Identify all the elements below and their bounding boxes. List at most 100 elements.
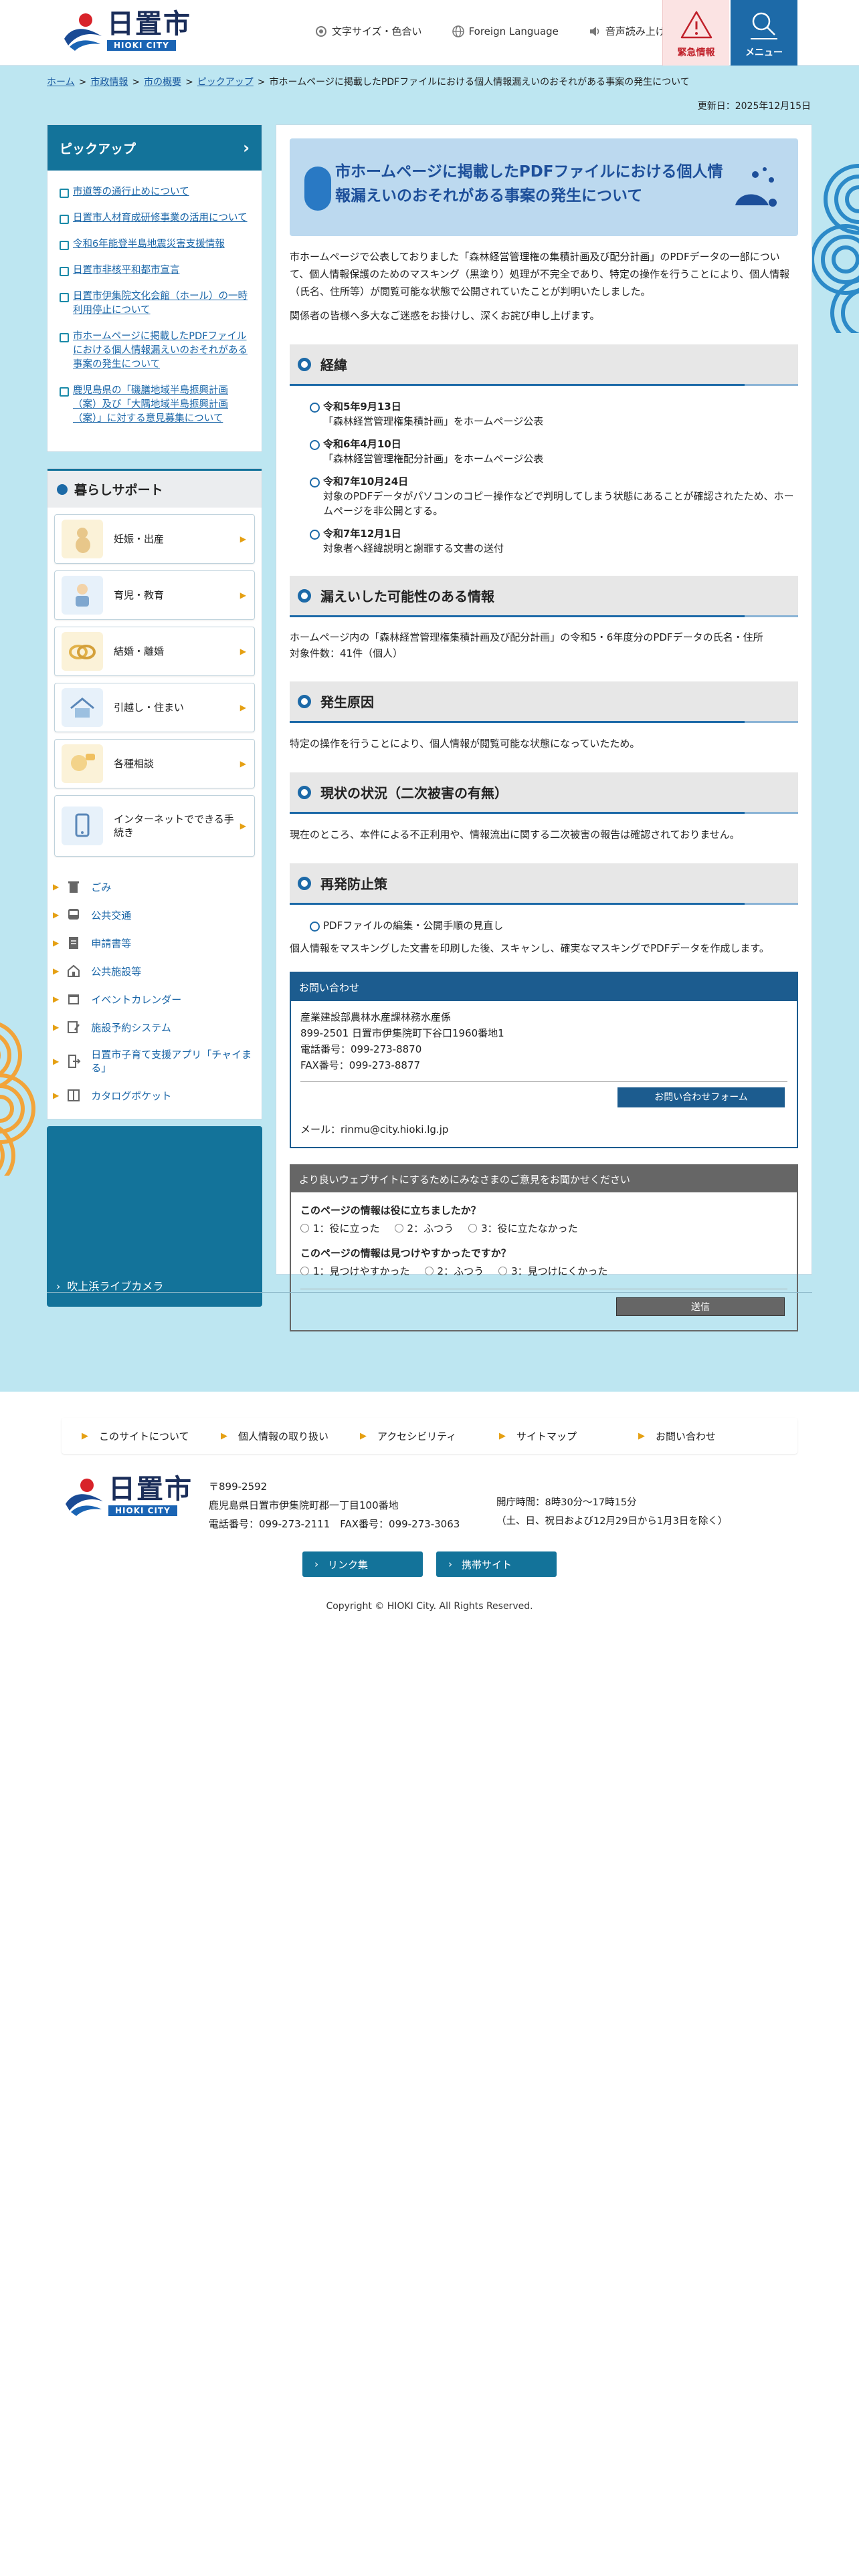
support-item-label: 結婚・離婚	[114, 645, 165, 657]
links-button[interactable]: › リンク集	[302, 1551, 423, 1577]
calendar-icon	[68, 994, 80, 1004]
link-garbage[interactable]: ▶ ごみ	[53, 873, 256, 901]
heading-stripe	[745, 903, 798, 905]
live-camera-banner[interactable]: › 吹上浜ライブカメラ	[47, 1126, 262, 1307]
footer-link-accessibility[interactable]: ▶ アクセシビリティ	[360, 1429, 499, 1443]
survey-option[interactable]: 2：ふつう	[424, 1264, 484, 1278]
support-item-consultation[interactable]: 各種相談 ▶	[54, 739, 255, 788]
survey-option[interactable]: 2：ふつう	[394, 1221, 454, 1235]
link-transport[interactable]: ▶ 公共交通	[53, 901, 256, 929]
radio-button[interactable]	[424, 1267, 434, 1275]
breadcrumb-gaiyo[interactable]: 市の概要	[144, 77, 181, 88]
radio-button[interactable]	[498, 1267, 508, 1275]
chevron-right-icon: ▶	[53, 882, 60, 891]
language-link[interactable]: Foreign Language	[452, 24, 559, 38]
voice-link[interactable]: 音声読み上げ	[588, 24, 666, 38]
radio-button[interactable]	[468, 1224, 478, 1232]
footer-link-contact[interactable]: ▶ お問い合わせ	[638, 1429, 777, 1443]
footer-link-label: このサイトについて	[99, 1430, 189, 1442]
ring-icon	[298, 876, 311, 890]
survey-question-1: このページの情報は役に立ちましたか？	[300, 1204, 481, 1216]
contact-form-button[interactable]: お問い合わせフォーム	[617, 1087, 785, 1107]
menu-label: メニュー	[745, 47, 783, 58]
radio-button[interactable]	[300, 1267, 309, 1275]
footer-link-about[interactable]: ▶ このサイトについて	[82, 1429, 221, 1443]
footer-link-sitemap[interactable]: ▶ サイトマップ	[499, 1429, 638, 1443]
site-logo[interactable]: 日置市 HIOKI CITY	[60, 9, 191, 53]
contact-mail[interactable]: メール：rinmu@city.hioki.lg.jp	[300, 1121, 787, 1138]
link-facilities[interactable]: ▶ 公共施設等	[53, 957, 256, 985]
link-reservation[interactable]: ▶ 施設予約システム	[53, 1013, 256, 1041]
triangle-right-icon: ▶	[240, 759, 246, 768]
survey-options-2: 1：見つけやすかった 2：ふつう 3：見つけにくかった	[300, 1264, 787, 1278]
support-box: 暮らしサポート 妊娠・出産 ▶ 育児・教育 ▶ 結婚・離婚 ▶ 引越し・住まい …	[47, 468, 262, 1119]
option-label: 1：役に立った	[313, 1222, 380, 1235]
list-item: 市ホームページに掲載したPDFファイルにおける個人情報漏えいのおそれがある事案の…	[60, 330, 250, 372]
survey-option[interactable]: 3：役に立たなかった	[468, 1221, 578, 1235]
mobile-site-label: 携帯サイト	[462, 1558, 512, 1571]
support-item-moving[interactable]: 引越し・住まい ▶	[54, 683, 255, 732]
breadcrumb-shisei[interactable]: 市政情報	[90, 77, 128, 88]
link-calendar[interactable]: ▶ イベントカレンダー	[53, 985, 256, 1013]
breadcrumb-home[interactable]: ホーム	[47, 77, 75, 88]
survey-submit-button[interactable]: 送信	[616, 1297, 785, 1316]
triangle-right-icon: ▶	[240, 703, 246, 712]
footer-logo-en: HIOKI CITY	[108, 1505, 177, 1516]
cause-text: 特定の操作を行うことにより、個人情報が閲覧可能な状態になっていたため。	[290, 738, 640, 750]
emergency-button[interactable]: 緊急情報	[662, 0, 729, 66]
support-item-label: インターネットでできる手続き	[114, 813, 234, 839]
pickup-link[interactable]: 日置市非核平和都市宣言	[73, 265, 180, 276]
survey-option[interactable]: 3：見つけにくかった	[498, 1264, 607, 1278]
edit-icon	[68, 1021, 80, 1033]
document-icon	[69, 937, 79, 949]
support-item-label: 引越し・住まい	[114, 702, 185, 714]
support-item-childcare[interactable]: 育児・教育 ▶	[54, 570, 255, 620]
triangle-right-icon: ▶	[240, 821, 246, 831]
leak-info-text: ホームページ内の「森林経営管理権集積計画及び配分計画」の令和5・6年度分のPDF…	[290, 629, 798, 661]
font-color-link[interactable]: 文字サイズ・色合い	[314, 24, 422, 38]
list-item: 鹿児島県の「磯膳地域半島振興計画（案）及び「大隅地域半島振興計画（案）」に対する…	[60, 384, 250, 426]
chat-person-icon	[62, 744, 103, 783]
breadcrumb-sep: >	[132, 77, 140, 88]
radio-button[interactable]	[300, 1224, 309, 1232]
support-header: 暮らしサポート	[47, 469, 262, 508]
support-item-online[interactable]: インターネットでできる手続き ▶	[54, 795, 255, 857]
history-date: 令和5年9月13日	[323, 401, 401, 413]
survey-option[interactable]: 1：役に立った	[300, 1221, 380, 1235]
page-title-box: 市ホームページに掲載したPDFファイルにおける個人情報漏えいのおそれがある事案の…	[290, 138, 798, 236]
bus-icon	[68, 909, 80, 920]
link-app[interactable]: ▶ 日置市子育て支援アプリ「チャイまる」	[53, 1041, 256, 1081]
breadcrumb-pickup[interactable]: ピックアップ	[197, 77, 254, 88]
contact-tel: 電話番号：099-273-8870	[300, 1043, 422, 1055]
list-item: 令和7年10月24日 対象のPDFデータがパソコンのコピー操作などで判明してしまう…	[310, 474, 798, 518]
link-forms[interactable]: ▶ 申請書等	[53, 929, 256, 957]
section-heading-history: 経緯	[290, 344, 798, 386]
footer-link-privacy[interactable]: ▶ 個人情報の取り扱い	[221, 1429, 360, 1443]
footer-logo[interactable]: 日置市 HIOKI CITY	[62, 1475, 193, 1519]
pickup-header[interactable]: ピックアップ ›	[47, 125, 262, 171]
pickup-link[interactable]: 市ホームページに掲載したPDFファイルにおける個人情報漏えいのおそれがある事案の…	[73, 331, 248, 370]
pickup-link[interactable]: 市道等の通行止めについて	[73, 187, 189, 197]
mobile-site-button[interactable]: › 携帯サイト	[436, 1551, 557, 1577]
chevron-right-icon: ▶	[53, 910, 60, 920]
live-camera-link: › 吹上浜ライブカメラ	[56, 1277, 163, 1293]
support-item-pregnancy[interactable]: 妊娠・出産 ▶	[54, 514, 255, 564]
radio-button[interactable]	[394, 1224, 403, 1232]
section-heading-text: 経緯	[320, 357, 347, 373]
menu-button[interactable]: メニュー	[731, 0, 797, 66]
support-item-label: 妊娠・出産	[114, 533, 165, 545]
pickup-link[interactable]: 日置市人材育成研修事業の活用について	[73, 213, 248, 223]
chevron-right-icon: ▶	[638, 1430, 645, 1441]
support-item-label: 育児・教育	[114, 589, 165, 601]
list-item: 日置市人材育成研修事業の活用について	[60, 211, 250, 225]
sidebar: ピックアップ › 市道等の通行止めについて 日置市人材育成研修事業の活用について…	[47, 124, 262, 1307]
utility-links: 文字サイズ・色合い Foreign Language 音声読み上げ	[314, 24, 666, 38]
survey-option[interactable]: 1：見つけやすかった	[300, 1264, 410, 1278]
support-item-marriage[interactable]: 結婚・離婚 ▶	[54, 627, 255, 676]
footer-divider	[47, 1292, 812, 1293]
leak-info-line: ホームページ内の「森林経営管理権集積計画及び配分計画」の令和5・6年度分のPDF…	[290, 631, 763, 643]
pickup-link[interactable]: 鹿児島県の「磯膳地域半島振興計画（案）及び「大隅地域半島振興計画（案）」に対する…	[73, 385, 228, 424]
link-catalog[interactable]: ▶ カタログポケット	[53, 1081, 256, 1109]
pickup-link[interactable]: 日置市伊集院文化会館（ホール）の一時利用停止について	[73, 291, 248, 316]
pickup-link[interactable]: 令和6年能登半島地震災害支援情報	[73, 239, 225, 249]
